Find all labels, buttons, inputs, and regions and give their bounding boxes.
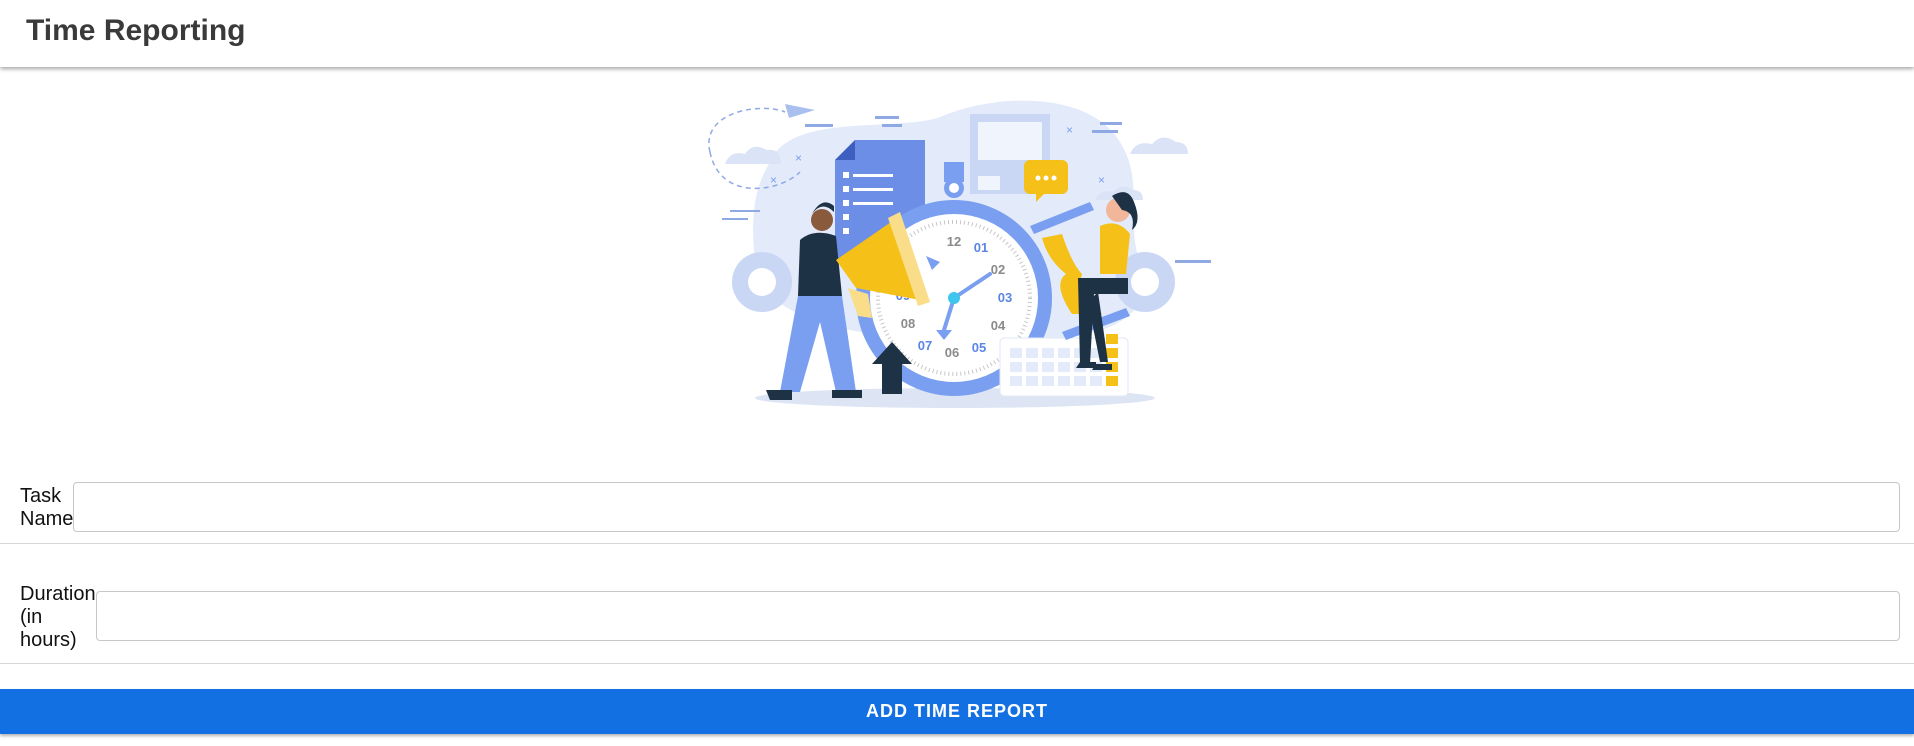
clock-number: 07 — [918, 338, 932, 353]
add-time-report-button[interactable]: ADD TIME REPORT — [0, 689, 1914, 734]
hero-illustration: × × × × 12 01 02 03 04 05 06 07 08 — [700, 92, 1220, 412]
task-name-label: Task Name — [20, 485, 74, 530]
svg-text:×: × — [770, 173, 777, 187]
task-name-row: Task Name — [0, 476, 1914, 544]
clock-number: 08 — [901, 316, 915, 331]
svg-text:×: × — [1066, 123, 1073, 137]
page-title: Time Reporting — [26, 14, 246, 47]
clock-number: 06 — [945, 345, 959, 360]
clock-number: 01 — [974, 240, 988, 255]
duration-row: Duration (in hours) — [0, 583, 1914, 664]
svg-text:×: × — [795, 151, 802, 165]
task-name-input[interactable] — [73, 482, 1900, 532]
svg-text:×: × — [1098, 173, 1105, 187]
clock-number: 04 — [991, 318, 1006, 333]
clock-number: 02 — [991, 262, 1005, 277]
duration-label: Duration (in hours) — [20, 583, 96, 651]
clock-number: 05 — [972, 340, 986, 355]
clock-number: 03 — [998, 290, 1012, 305]
duration-input[interactable] — [96, 591, 1900, 641]
time-reporting-illustration: × × × × 12 01 02 03 04 05 06 07 08 — [708, 100, 1211, 408]
app-header: Time Reporting — [0, 0, 1914, 67]
clock-number: 12 — [947, 234, 961, 249]
